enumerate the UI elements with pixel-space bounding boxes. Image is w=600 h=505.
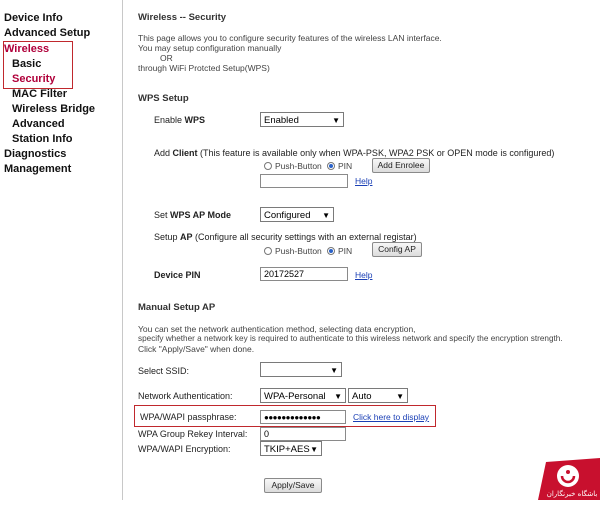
pin-label: PIN	[338, 161, 353, 171]
rekey-interval-input[interactable]: 0	[260, 427, 346, 441]
encryption-select[interactable]: TKIP+AES ▼	[260, 441, 322, 456]
apply-save-button[interactable]: Apply/Save	[264, 478, 322, 493]
passphrase-label: WPA/WAPI passphrase:	[140, 412, 237, 422]
sidebar-item-mac-filter[interactable]: MAC Filter	[12, 88, 67, 100]
manual-desc-2: specify whether a network key is require…	[138, 334, 563, 343]
push-button-label-ap: Push-Button	[275, 246, 322, 256]
sidebar-item-advanced-setup[interactable]: Advanced Setup	[4, 27, 90, 39]
push-button-label: Push-Button	[275, 161, 322, 171]
page-title: Wireless -- Security	[138, 12, 227, 23]
intro-text-2: You may setup configuration manually	[138, 43, 282, 53]
wps-ap-mode-select[interactable]: Configured ▼	[260, 207, 334, 222]
device-pin-field: 20172527	[260, 267, 348, 281]
sidebar-item-device-info[interactable]: Device Info	[4, 12, 63, 24]
client-pin-input[interactable]	[260, 174, 348, 188]
chevron-down-icon: ▼	[334, 392, 342, 401]
sidebar-item-advanced[interactable]: Advanced	[12, 118, 65, 130]
main-content: Wireless -- Security This page allows yo…	[124, 0, 600, 500]
sidebar-item-security[interactable]: Security	[12, 73, 55, 85]
setup-ap-label: Setup AP (Configure all security setting…	[154, 232, 417, 242]
watermark-logo: باشگاه خبرنگاران	[538, 458, 600, 500]
manual-desc-3: Click "Apply/Save" when done.	[138, 344, 255, 354]
passphrase-input[interactable]: ●●●●●●●●●●●●●	[260, 410, 346, 424]
sidebar-item-basic[interactable]: Basic	[12, 58, 41, 70]
chevron-down-icon: ▼	[396, 392, 404, 401]
pin-radio-ap[interactable]	[327, 247, 335, 255]
display-passphrase-link[interactable]: Click here to display	[353, 412, 429, 422]
intro-text-or: OR	[160, 53, 173, 63]
enable-wps-select[interactable]: Enabled ▼	[260, 112, 344, 127]
network-auth-select[interactable]: WPA-Personal ▼	[260, 388, 346, 403]
push-button-radio[interactable]	[264, 162, 272, 170]
pin-radio[interactable]	[327, 162, 335, 170]
pin-label-ap: PIN	[338, 246, 353, 256]
encryption-label: WPA/WAPI Encryption:	[138, 444, 231, 454]
chevron-down-icon: ▼	[310, 445, 318, 454]
rekey-interval-label: WPA Group Rekey Interval:	[138, 429, 248, 439]
enable-wps-label: Enable WPS	[154, 115, 206, 125]
select-ssid-label: Select SSID:	[138, 366, 190, 376]
sidebar-item-diagnostics[interactable]: Diagnostics	[4, 148, 66, 160]
manual-setup-heading: Manual Setup AP	[138, 302, 216, 313]
chevron-down-icon: ▼	[322, 211, 330, 220]
auth-mode-select[interactable]: Auto ▼	[348, 388, 408, 403]
watermark-text: باشگاه خبرنگاران	[546, 490, 598, 498]
sidebar-item-wireless-bridge[interactable]: Wireless Bridge	[12, 103, 95, 115]
sidebar: Device Info Advanced Setup Wireless Basi…	[0, 0, 123, 500]
help-link-device-pin[interactable]: Help	[355, 270, 372, 280]
ssid-select[interactable]: ▼	[260, 362, 342, 377]
manual-desc-1: You can set the network authentication m…	[138, 324, 416, 334]
sidebar-item-management[interactable]: Management	[4, 163, 71, 175]
help-link[interactable]: Help	[355, 176, 372, 186]
push-button-radio-ap[interactable]	[264, 247, 272, 255]
intro-text-1: This page allows you to configure securi…	[138, 33, 442, 43]
device-pin-label: Device PIN	[154, 270, 201, 280]
wps-ap-mode-label: Set WPS AP Mode	[154, 210, 232, 220]
intro-text-3: through WiFi Protcted Setup(WPS)	[138, 63, 270, 73]
sidebar-item-wireless[interactable]: Wireless	[4, 43, 49, 55]
add-enrolee-button[interactable]: Add Enrolee	[372, 158, 430, 173]
add-client-label: Add Client (This feature is available on…	[154, 148, 555, 158]
chevron-down-icon: ▼	[330, 366, 338, 375]
sidebar-item-station-info[interactable]: Station Info	[12, 133, 73, 145]
wps-setup-heading: WPS Setup	[138, 93, 189, 104]
network-auth-label: Network Authentication:	[138, 391, 233, 401]
config-ap-button[interactable]: Config AP	[372, 242, 422, 257]
chevron-down-icon: ▼	[332, 116, 340, 125]
